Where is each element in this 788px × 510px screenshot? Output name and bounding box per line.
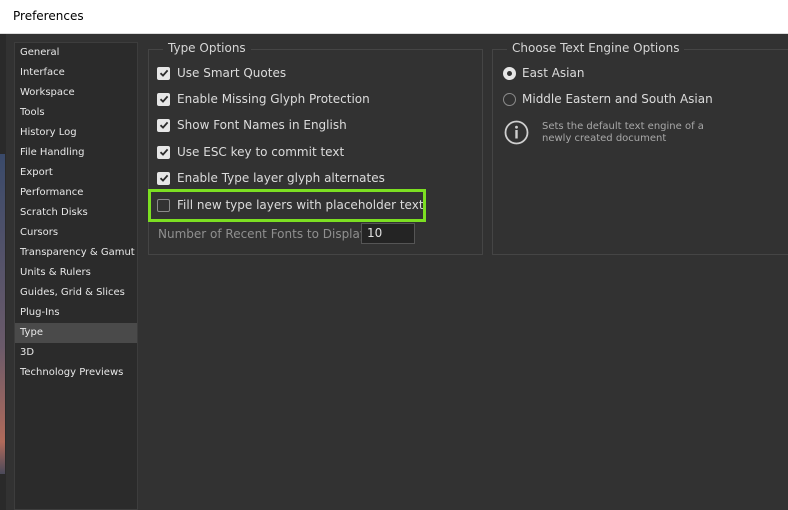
sidebar-item-file-handling[interactable]: File Handling	[15, 143, 137, 163]
glyph-alternates-option[interactable]: Enable Type layer glyph alternates	[157, 169, 385, 187]
sidebar-item-history-log[interactable]: History Log	[15, 123, 137, 143]
window-title: Preferences	[13, 9, 84, 23]
use-smart-quotes-checkbox[interactable]	[157, 66, 170, 80]
missing-glyph-label: Enable Missing Glyph Protection	[177, 92, 370, 106]
east-asian-radio[interactable]	[503, 66, 516, 80]
recent-fonts-input[interactable]: 10	[361, 223, 415, 244]
sidebar-item-transparency-gamut[interactable]: Transparency & Gamut	[15, 243, 137, 263]
info-icon	[504, 120, 529, 145]
title-bar: Preferences	[0, 0, 788, 34]
east-asian-option[interactable]: East Asian	[503, 64, 584, 82]
glyph-alternates-checkbox[interactable]	[157, 171, 170, 185]
glyph-alternates-label: Enable Type layer glyph alternates	[177, 171, 385, 185]
east-asian-label: East Asian	[522, 66, 585, 80]
sidebar-item-cursors[interactable]: Cursors	[15, 223, 137, 243]
sidebar-item-3d[interactable]: 3D	[15, 343, 137, 363]
font-names-english-option[interactable]: Show Font Names in English	[157, 116, 347, 134]
recent-fonts-label: Number of Recent Fonts to Display:	[158, 227, 371, 241]
sidebar-item-scratch-disks[interactable]: Scratch Disks	[15, 203, 137, 223]
font-names-english-label: Show Font Names in English	[177, 118, 347, 132]
preferences-sidebar: General Interface Workspace Tools Histor…	[14, 42, 138, 510]
background-image-strip	[0, 154, 5, 474]
sidebar-item-type[interactable]: Type	[15, 323, 137, 343]
sidebar-item-performance[interactable]: Performance	[15, 183, 137, 203]
sidebar-item-export[interactable]: Export	[15, 163, 137, 183]
use-smart-quotes-option[interactable]: Use Smart Quotes	[157, 64, 286, 82]
sidebar-item-units-rulers[interactable]: Units & Rulers	[15, 263, 137, 283]
middle-eastern-label: Middle Eastern and South Asian	[522, 92, 713, 106]
esc-commit-checkbox[interactable]	[157, 145, 170, 159]
type-options-legend: Type Options	[163, 41, 251, 55]
esc-commit-option[interactable]: Use ESC key to commit text	[157, 143, 344, 161]
middle-eastern-option[interactable]: Middle Eastern and South Asian	[503, 90, 713, 108]
middle-eastern-radio[interactable]	[503, 92, 516, 106]
sidebar-item-technology-previews[interactable]: Technology Previews	[15, 363, 137, 383]
text-engine-legend: Choose Text Engine Options	[507, 41, 685, 55]
background-window-edge	[0, 34, 6, 510]
sidebar-item-general[interactable]: General	[15, 43, 137, 63]
highlight-box	[148, 189, 426, 222]
use-smart-quotes-label: Use Smart Quotes	[177, 66, 287, 80]
missing-glyph-checkbox[interactable]	[157, 92, 170, 106]
sidebar-item-tools[interactable]: Tools	[15, 103, 137, 123]
sidebar-item-interface[interactable]: Interface	[15, 63, 137, 83]
sidebar-item-plug-ins[interactable]: Plug-Ins	[15, 303, 137, 323]
text-engine-info: Sets the default text engine of a newly …	[542, 121, 704, 144]
missing-glyph-option[interactable]: Enable Missing Glyph Protection	[157, 90, 370, 108]
font-names-english-checkbox[interactable]	[157, 118, 170, 132]
sidebar-item-workspace[interactable]: Workspace	[15, 83, 137, 103]
sidebar-item-guides-grid-slices[interactable]: Guides, Grid & Slices	[15, 283, 137, 303]
esc-commit-label: Use ESC key to commit text	[177, 145, 345, 159]
